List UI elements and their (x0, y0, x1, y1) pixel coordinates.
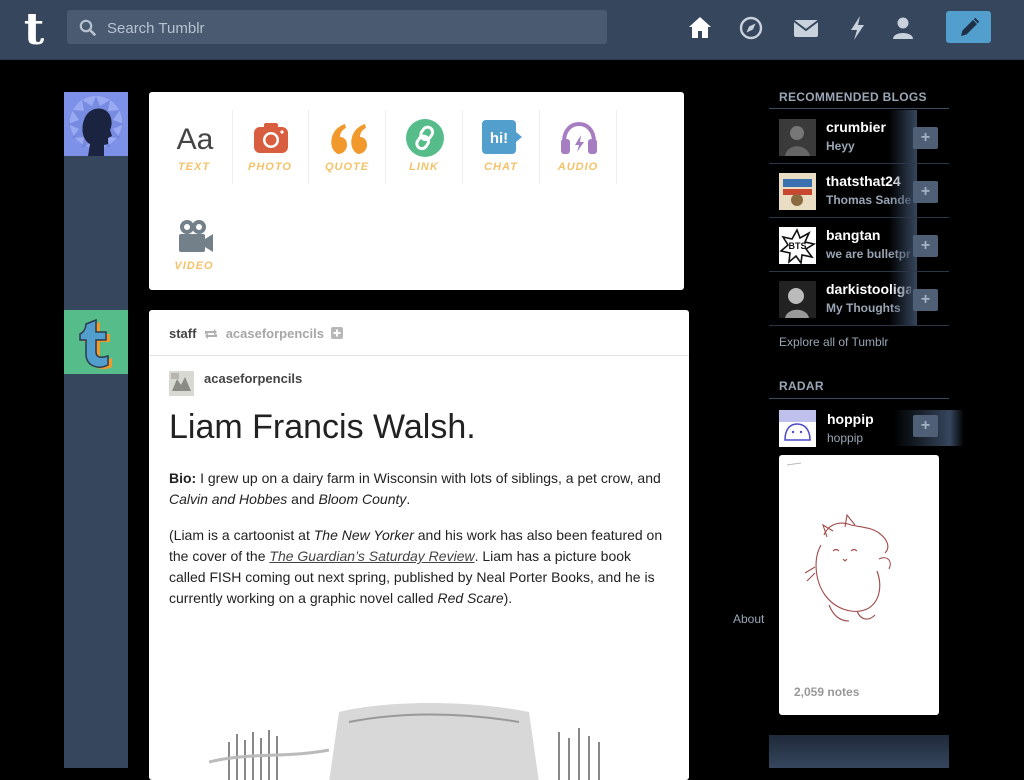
radar-post-notes[interactable]: 2,059 notes (794, 685, 859, 699)
search-box[interactable] (67, 10, 607, 46)
link-icon (406, 119, 444, 157)
post-bio-paragraph: Bio: I grew up on a dairy farm in Wiscon… (169, 468, 669, 510)
bts-logo-avatar: BTS (779, 227, 816, 264)
post-header: staff acaseforpencils (169, 326, 343, 341)
audio-post-label: AUDIO (557, 161, 599, 173)
compose-icon (961, 17, 980, 36)
svg-text:BTS: BTS (789, 241, 807, 251)
about-link[interactable]: About (733, 612, 764, 626)
link-post-button[interactable]: LINK (387, 100, 463, 190)
tumblr-logo[interactable]: t (18, 8, 50, 52)
desc-italic-1: The New Yorker (313, 527, 414, 543)
text-post-icon: Aa (177, 123, 214, 156)
sidebar-bottom-banner (769, 735, 949, 768)
account-icon[interactable] (890, 14, 916, 42)
link-post-label: LINK (409, 161, 439, 173)
search-input[interactable] (105, 10, 589, 46)
radar-blog-name[interactable]: hoppip (827, 411, 874, 427)
recommended-blog-item[interactable]: thatsthat24 Thomas Sanders + (769, 164, 949, 218)
video-post-button[interactable]: VIDEO (157, 199, 231, 289)
desc-text-d: ). (503, 590, 513, 606)
radar-heading: RADAR (779, 379, 824, 393)
recommended-blog-item[interactable]: darkistooligan My Thoughts + (769, 272, 949, 326)
home-icon[interactable] (687, 14, 713, 42)
chat-post-label: CHAT (484, 161, 518, 173)
quote-post-button[interactable]: QUOTE (310, 100, 386, 190)
follow-button[interactable]: + (913, 235, 938, 257)
video-post-label: VIDEO (174, 260, 214, 272)
inbox-icon[interactable] (792, 14, 820, 42)
explore-icon[interactable] (738, 14, 764, 42)
desc-italic-2: Red Scare (437, 590, 504, 606)
user-avatar[interactable] (64, 92, 128, 156)
activity-icon[interactable] (845, 14, 871, 42)
blog-avatar (779, 173, 816, 210)
chat-icon: hi! (482, 120, 522, 154)
recommended-blog-item[interactable]: crumbier Heyy + (769, 110, 949, 164)
bio-italic-2: Bloom County (318, 491, 407, 507)
camera-icon (254, 123, 288, 153)
recommended-blogs-heading: RECOMMENDED BLOGS (779, 90, 927, 104)
video-camera-icon (179, 220, 213, 252)
follow-button[interactable]: + (913, 127, 938, 149)
follow-plus-icon[interactable] (330, 327, 343, 339)
radar-blog-item[interactable]: hoppip hoppip + (769, 410, 964, 450)
radar-blog-avatar (779, 410, 816, 447)
radar-post-card[interactable]: 2,059 notes (779, 455, 939, 715)
author-name[interactable]: acaseforpencils (204, 371, 302, 386)
photo-post-button[interactable]: PHOTO (233, 100, 309, 190)
recommended-blog-item[interactable]: BTS bangtan we are bulletproof + (769, 218, 949, 272)
author-avatar[interactable] (169, 371, 194, 396)
blog-avatar (779, 119, 816, 156)
svg-text:Aa: Aa (177, 123, 214, 156)
bio-label: Bio: (169, 470, 197, 486)
bio-italic-1: Calvin and Hobbes (169, 491, 288, 507)
reblogged-from-name[interactable]: acaseforpencils (226, 326, 324, 341)
search-icon (79, 19, 96, 36)
quote-post-label: QUOTE (324, 161, 370, 173)
radar-follow-button[interactable]: + (913, 415, 938, 437)
radar-blog-description: hoppip (827, 431, 864, 445)
staff-avatar[interactable] (64, 310, 128, 374)
blog-avatar (779, 281, 816, 318)
post-title: Liam Francis Walsh. (169, 408, 476, 446)
explore-all-link[interactable]: Explore all of Tumblr (779, 335, 888, 349)
follow-button[interactable]: + (913, 181, 938, 203)
compose-button[interactable] (946, 11, 991, 43)
text-post-label: TEXT (177, 161, 211, 173)
post-illustration (209, 703, 600, 780)
photo-post-label: PHOTO (248, 161, 292, 173)
post-type-selector: Aa TEXT PHOTO QUOTE LINK hi! CHAT AUDIO … (149, 92, 684, 290)
headphones-icon (561, 121, 597, 154)
quote-icon (331, 124, 367, 154)
desc-text-a: (Liam is a cartoonist at (169, 527, 314, 543)
reblog-icon (205, 329, 218, 339)
post-description-paragraph: (Liam is a cartoonist at The New Yorker … (169, 525, 669, 609)
dashboard-left-strip (64, 156, 128, 768)
radar-divider (769, 398, 949, 399)
radar-post-drawing (786, 462, 891, 622)
chat-post-button[interactable]: hi! CHAT (464, 100, 540, 190)
text-post-button[interactable]: Aa TEXT (157, 100, 233, 190)
post-header-divider (149, 355, 689, 356)
svg-text:hi!: hi! (490, 130, 508, 147)
post-blog-name[interactable]: staff (169, 326, 196, 341)
guardian-link[interactable]: The Guardian’s Saturday Review (269, 548, 474, 564)
recommended-divider (769, 108, 949, 109)
audio-post-button[interactable]: AUDIO (541, 100, 617, 190)
follow-button[interactable]: + (913, 289, 938, 311)
dashboard-post: staff acaseforpencils acaseforpencils Li… (149, 310, 689, 780)
top-navigation-bar: t (0, 0, 1024, 60)
bio-end: . (406, 491, 411, 507)
bio-and: and (287, 491, 319, 507)
bio-text: I grew up on a dairy farm in Wisconsin w… (196, 470, 661, 486)
